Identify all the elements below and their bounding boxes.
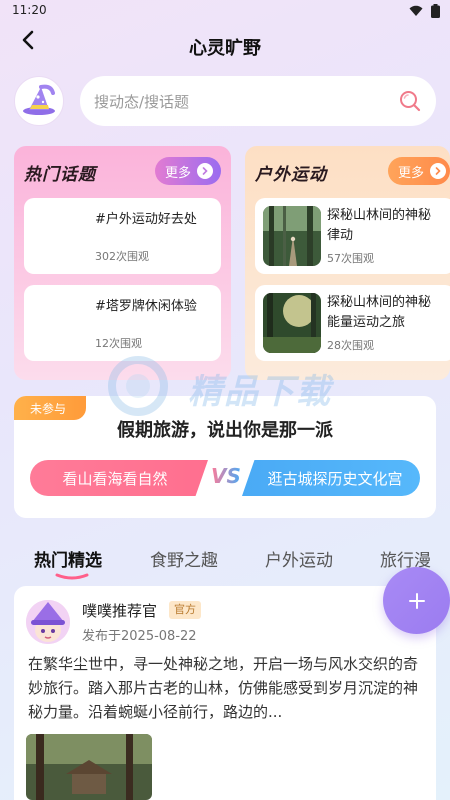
- more-label: 更多: [165, 165, 192, 181]
- outdoor-title: 户外运动: [255, 165, 327, 185]
- status-icons: [409, 4, 440, 18]
- outdoor-item[interactable]: 探秘山林间的神秘 律动 57次围观: [255, 198, 450, 274]
- hot-topics-more-button[interactable]: 更多: [155, 157, 221, 185]
- topic-views: 12次围观: [95, 337, 142, 350]
- feed-tabs: 热门精选 食野之趣 户外运动 旅行漫: [0, 538, 450, 582]
- post-author-name[interactable]: 噗噗推荐官: [82, 600, 157, 621]
- hot-topics-title: 热门话题: [24, 165, 96, 185]
- vote-question: 假期旅游，说出你是那一派: [117, 420, 333, 441]
- vote-card: 未参与 假期旅游，说出你是那一派 看山看海看自然 VS 逛古城探历史文化宫: [14, 396, 436, 518]
- tab-hot-picks[interactable]: 热门精选: [34, 546, 102, 571]
- outdoor-card: 户外运动 更多 探秘山林间的神秘 律动 57次围观 探秘山林间的神秘 能量运动之…: [245, 146, 450, 380]
- outdoor-item-views: 28次围观: [327, 339, 374, 352]
- search-icon[interactable]: [398, 89, 422, 113]
- more-label: 更多: [398, 165, 425, 181]
- status-time: 11:20: [12, 3, 47, 17]
- forest-thumbnail: [263, 206, 321, 266]
- topic-title: #户外运动好去处: [95, 212, 197, 227]
- tab-active-indicator: [55, 573, 89, 580]
- vote-option-left-button[interactable]: 看山看海看自然: [30, 460, 208, 496]
- tab-food[interactable]: 食野之趣: [150, 546, 218, 571]
- outdoor-item-views: 57次围观: [327, 252, 374, 265]
- official-badge: 官方: [169, 601, 201, 619]
- post-body-text: 在繁华尘世中，寻一处神秘之地，开启一场与风水交织的奇妙旅行。踏入那片古老的山林，…: [28, 655, 419, 721]
- chevron-right-icon: [197, 163, 214, 179]
- tab-outdoor[interactable]: 户外运动: [265, 546, 333, 571]
- topic-views: 302次围观: [95, 250, 149, 263]
- outdoor-item[interactable]: 探秘山林间的神秘 能量运动之旅 28次围观: [255, 285, 450, 361]
- topic-title: #塔罗牌休闲体验: [95, 299, 197, 314]
- topic-item[interactable]: #户外运动好去处 302次围观: [24, 198, 221, 274]
- status-bar: 11:20: [0, 0, 450, 22]
- nav-bar: 心灵旷野: [0, 22, 450, 66]
- topic-item[interactable]: #塔罗牌休闲体验 12次围观: [24, 285, 221, 361]
- vote-option-right-button[interactable]: 逛古城探历史文化宫: [242, 460, 420, 496]
- chevron-right-icon: [430, 163, 447, 179]
- wizard-hat-icon: [23, 84, 55, 115]
- add-post-button[interactable]: [383, 567, 450, 634]
- wifi-icon: [409, 5, 423, 16]
- plus-icon: [408, 592, 425, 609]
- outdoor-item-title: 探秘山林间的神秘 律动: [327, 208, 432, 243]
- outdoor-more-button[interactable]: 更多: [388, 157, 450, 185]
- post-date: 发布于2025-08-22: [82, 629, 197, 644]
- search-bar[interactable]: 搜动态/搜话题: [80, 76, 436, 126]
- page-title: 心灵旷野: [189, 38, 261, 59]
- vs-label: VS: [211, 464, 241, 488]
- forest-thumbnail: [263, 293, 321, 353]
- user-avatar[interactable]: [14, 76, 64, 126]
- outdoor-item-title: 探秘山林间的神秘 能量运动之旅: [327, 295, 432, 330]
- post-image[interactable]: [26, 734, 152, 800]
- author-avatar[interactable]: [26, 600, 70, 644]
- post-card[interactable]: 噗噗推荐官 官方 发布于2025-08-22 在繁华尘世中，寻一处神秘之地，开启…: [14, 586, 436, 800]
- hot-topics-card: 热门话题 更多 #户外运动好去处 302次围观 #塔罗牌休闲体验 12次围观: [14, 146, 231, 380]
- search-input[interactable]: 搜动态/搜话题: [94, 91, 189, 112]
- battery-icon: [431, 4, 440, 18]
